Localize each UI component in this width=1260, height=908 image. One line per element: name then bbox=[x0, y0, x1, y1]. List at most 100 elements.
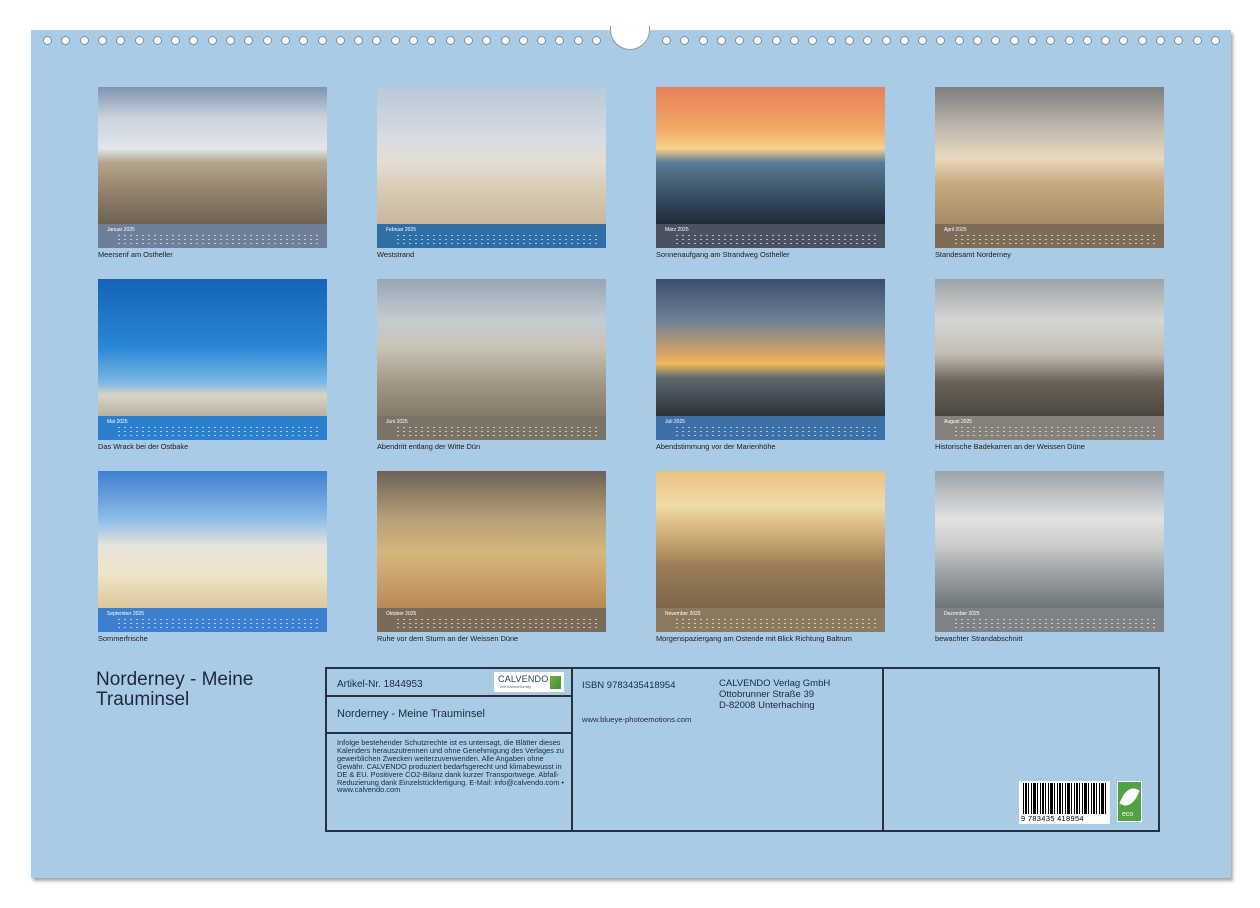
binding-ring bbox=[1065, 36, 1074, 45]
binding-ring bbox=[662, 36, 671, 45]
calendar-strip: September 2025 bbox=[98, 608, 327, 632]
binding-ring bbox=[1028, 36, 1037, 45]
calendar-days-grid bbox=[676, 234, 876, 244]
binding-ring bbox=[446, 36, 455, 45]
calendar-title: Norderney - Meine Trauminsel bbox=[96, 669, 254, 710]
month-tile: Juni 2025 Abendritt entlang der Witte Dün bbox=[377, 279, 606, 451]
binding-ring bbox=[482, 36, 491, 45]
binding-ring bbox=[281, 36, 290, 45]
calendar-strip: Oktober 2025 bbox=[377, 608, 606, 632]
month-tile: Juli 2025 Abendstimmung vor der Marienhöh… bbox=[656, 279, 885, 451]
calendar-days-grid bbox=[955, 618, 1155, 628]
calendar-strip: Juli 2025 bbox=[656, 416, 885, 440]
binding-ring bbox=[1119, 36, 1128, 45]
binding-ring bbox=[409, 36, 418, 45]
month-photo bbox=[935, 87, 1164, 224]
photo-caption: Sonnenaufgang am Strandweg Ostheller bbox=[656, 250, 790, 259]
binding-ring bbox=[372, 36, 381, 45]
calendar-days-grid bbox=[676, 426, 876, 436]
month-photo bbox=[656, 279, 885, 416]
calendar-days-grid bbox=[118, 426, 318, 436]
binding-ring bbox=[991, 36, 1000, 45]
binding-ring bbox=[955, 36, 964, 45]
binding-ring bbox=[699, 36, 708, 45]
month-tile: Mai 2025 Das Wrack bei der Ostbake bbox=[98, 279, 327, 451]
photo-caption: Historische Badekarren an der Weissen Dü… bbox=[935, 442, 1085, 451]
binding-ring bbox=[98, 36, 107, 45]
month-tile: September 2025 Sommerfrische bbox=[98, 471, 327, 643]
binding-ring bbox=[189, 36, 198, 45]
legal-text: Infolge bestehender Schutzrechte ist es … bbox=[337, 738, 564, 795]
calendar-month-label: Mai 2025 bbox=[107, 419, 128, 425]
photo-caption: Abendritt entlang der Witte Dün bbox=[377, 442, 481, 451]
binding-ring bbox=[863, 36, 872, 45]
month-photo bbox=[377, 279, 606, 416]
photo-caption: Morgenspaziergang am Ostende mit Blick R… bbox=[656, 634, 852, 643]
binding-ring bbox=[116, 36, 125, 45]
month-photo bbox=[656, 471, 885, 608]
leaf-icon bbox=[1119, 785, 1140, 809]
month-tile: August 2025 Historische Badekarren an der… bbox=[935, 279, 1164, 451]
calendar-month-label: Oktober 2025 bbox=[386, 611, 417, 617]
barcode-bars bbox=[1023, 783, 1106, 814]
binding-ring bbox=[135, 36, 144, 45]
binding-ring bbox=[153, 36, 162, 45]
isbn: ISBN 9783435418954 bbox=[582, 680, 676, 691]
calendar-days-grid bbox=[118, 618, 318, 628]
month-photo bbox=[98, 471, 327, 608]
website: www.blueye-photoemotions.com bbox=[582, 715, 692, 724]
calendar-month-label: Juni 2025 bbox=[386, 419, 408, 425]
eco-badge: eco bbox=[1117, 781, 1142, 822]
binding-ring bbox=[1083, 36, 1092, 45]
photo-caption: Standesamt Norderney bbox=[935, 250, 1011, 259]
calendar-days-grid bbox=[955, 426, 1155, 436]
binding-ring bbox=[680, 36, 689, 45]
calendar-days-grid bbox=[955, 234, 1155, 244]
publisher-city: D-82008 Unterhaching bbox=[719, 700, 815, 711]
binding-ring bbox=[61, 36, 70, 45]
binding-ring bbox=[43, 36, 52, 45]
month-tile: Januar 2025 Meersenf am Ostheller bbox=[98, 87, 327, 259]
month-photo bbox=[377, 471, 606, 608]
calendar-month-label: Januar 2025 bbox=[107, 227, 135, 233]
calvendo-logo: CALVENDO Ihre Kalenderverlag bbox=[493, 671, 565, 693]
calendar-month-label: März 2025 bbox=[665, 227, 689, 233]
month-photo bbox=[935, 471, 1164, 608]
calendar-days-grid bbox=[397, 234, 597, 244]
photo-caption: Ruhe vor dem Sturm an der Weissen Düne bbox=[377, 634, 519, 643]
photo-caption: Meersenf am Ostheller bbox=[98, 250, 173, 259]
binding-ring bbox=[1010, 36, 1019, 45]
binding-ring bbox=[882, 36, 891, 45]
calendar-strip: Juni 2025 bbox=[377, 416, 606, 440]
calendar-month-label: August 2025 bbox=[944, 419, 973, 425]
binding-ring bbox=[226, 36, 235, 45]
calendar-month-label: November 2025 bbox=[665, 611, 701, 617]
binding-ring bbox=[171, 36, 180, 45]
month-photo bbox=[98, 87, 327, 224]
calendar-month-label: September 2025 bbox=[107, 611, 144, 617]
binding-ring bbox=[263, 36, 272, 45]
binding-ring bbox=[753, 36, 762, 45]
month-photo bbox=[98, 279, 327, 416]
binding-ring bbox=[827, 36, 836, 45]
month-tile: November 2025 Morgenspaziergang am Ostend… bbox=[656, 471, 885, 643]
binding-ring bbox=[845, 36, 854, 45]
calvendo-cube-icon bbox=[550, 676, 561, 689]
binding-ring bbox=[592, 36, 601, 45]
binding-ring bbox=[1101, 36, 1110, 45]
calendar-days-grid bbox=[397, 426, 597, 436]
binding-ring bbox=[208, 36, 217, 45]
binding-ring bbox=[936, 36, 945, 45]
binding-ring bbox=[354, 36, 363, 45]
binding-ring bbox=[1138, 36, 1147, 45]
binding-ring bbox=[464, 36, 473, 45]
binding-ring bbox=[427, 36, 436, 45]
binding-ring bbox=[1046, 36, 1055, 45]
binding-ring bbox=[244, 36, 253, 45]
binding-ring bbox=[772, 36, 781, 45]
binding-ring bbox=[555, 36, 564, 45]
binding-ring bbox=[299, 36, 308, 45]
calendar-strip: April 2025 bbox=[935, 224, 1164, 248]
month-tile: Februar 2025 Weststrand bbox=[377, 87, 606, 259]
binding-ring bbox=[336, 36, 345, 45]
